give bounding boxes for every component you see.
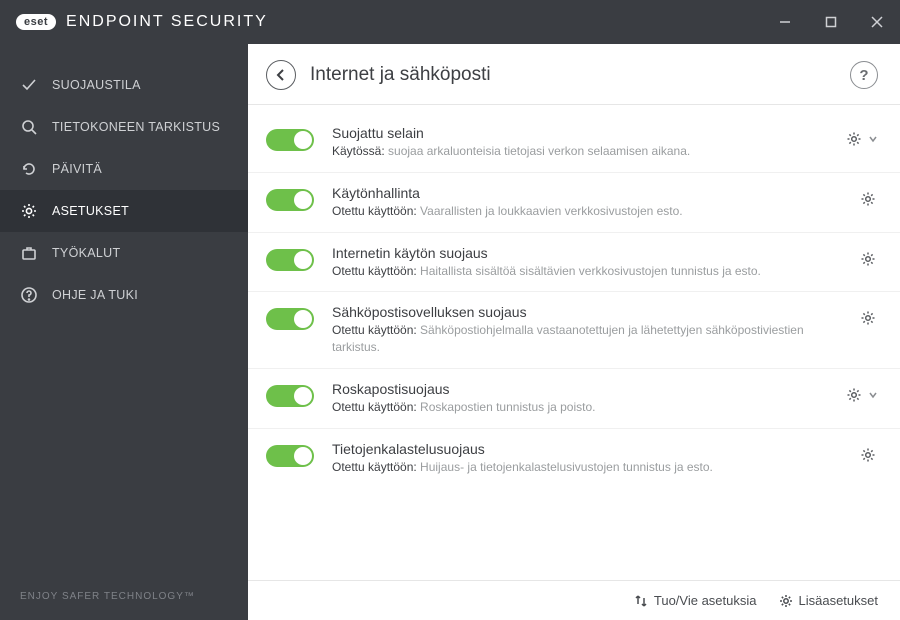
setting-gear-button[interactable]	[844, 385, 864, 405]
toggle-knob	[294, 251, 312, 269]
setting-gear-button[interactable]	[858, 249, 878, 269]
close-icon	[871, 16, 883, 28]
advanced-settings-label: Lisäasetukset	[799, 593, 879, 608]
brand-logo: eset	[16, 14, 56, 30]
setting-row: Tietojenkalastelusuojaus Otettu käyttöön:…	[248, 429, 900, 488]
sidebar-item-help[interactable]: OHJE JA TUKI	[0, 274, 248, 316]
setting-row: Roskapostisuojaus Otettu käyttöön: Roskap…	[248, 369, 900, 429]
sidebar-item-briefcase[interactable]: TYÖKALUT	[0, 232, 248, 274]
toggle-switch[interactable]	[266, 129, 314, 151]
sidebar-item-gear[interactable]: ASETUKSET	[0, 190, 248, 232]
toggle-switch[interactable]	[266, 189, 314, 211]
setting-subtitle: Otettu käyttöön: Huijaus- ja tietojenkal…	[332, 459, 846, 476]
sidebar-item-refresh[interactable]: PÄIVITÄ	[0, 148, 248, 190]
setting-gear-button[interactable]	[858, 445, 878, 465]
setting-subtitle: Otettu käyttöön: Vaarallisten ja loukkaa…	[332, 203, 846, 220]
sidebar-item-label: PÄIVITÄ	[52, 162, 102, 176]
tagline: ENJOY SAFER TECHNOLOGY™	[0, 573, 248, 620]
setting-row: Sähköpostisovelluksen suojaus Otettu käyt…	[248, 292, 900, 369]
import-export-button[interactable]: Tuo/Vie asetuksia	[634, 593, 757, 608]
toggle-knob	[294, 447, 312, 465]
sidebar-item-magnifier[interactable]: TIETOKONEEN TARKISTUS	[0, 106, 248, 148]
sidebar-item-label: TYÖKALUT	[52, 246, 120, 260]
advanced-settings-button[interactable]: Lisäasetukset	[779, 593, 879, 608]
minimize-icon	[779, 16, 791, 28]
sidebar-item-label: SUOJAUSTILA	[52, 78, 141, 92]
setting-text: Suojattu selain Käytössä: suojaa arkaluon…	[332, 125, 832, 160]
magnifier-icon	[20, 118, 38, 136]
setting-subtitle: Käytössä: suojaa arkaluonteisia tietojas…	[332, 143, 832, 160]
setting-text: Käytönhallinta Otettu käyttöön: Vaarallis…	[332, 185, 846, 220]
page-title: Internet ja sähköposti	[310, 64, 491, 86]
app-window: eset ENDPOINT SECURITY SUOJAUSTILA TIETOK…	[0, 0, 900, 620]
setting-actions	[858, 308, 878, 328]
gear-icon	[20, 202, 38, 220]
setting-actions	[844, 129, 878, 149]
gear-icon	[779, 594, 793, 608]
briefcase-icon	[20, 244, 38, 262]
setting-title: Suojattu selain	[332, 125, 832, 141]
setting-subtitle: Otettu käyttöön: Sähköpostiohjelmalla va…	[332, 322, 846, 356]
setting-text: Internetin käytön suojaus Otettu käyttöön…	[332, 245, 846, 280]
titlebar: eset ENDPOINT SECURITY	[0, 0, 900, 44]
help-icon: ?	[859, 67, 868, 84]
help-icon	[20, 286, 38, 304]
toggle-switch[interactable]	[266, 308, 314, 330]
toggle-knob	[294, 131, 312, 149]
settings-list: Suojattu selain Käytössä: suojaa arkaluon…	[248, 105, 900, 580]
main-panel: Internet ja sähköposti ? Suojattu selain…	[248, 44, 900, 620]
import-export-label: Tuo/Vie asetuksia	[654, 593, 757, 608]
setting-row: Suojattu selain Käytössä: suojaa arkaluon…	[248, 113, 900, 173]
close-button[interactable]	[854, 0, 900, 44]
setting-title: Roskapostisuojaus	[332, 381, 832, 397]
sidebar-item-label: TIETOKONEEN TARKISTUS	[52, 120, 220, 134]
footer: Tuo/Vie asetuksia Lisäasetukset	[248, 580, 900, 620]
sidebar-item-label: ASETUKSET	[52, 204, 129, 218]
setting-title: Tietojenkalastelusuojaus	[332, 441, 846, 457]
setting-title: Internetin käytön suojaus	[332, 245, 846, 261]
maximize-icon	[825, 16, 837, 28]
toggle-switch[interactable]	[266, 385, 314, 407]
nav: SUOJAUSTILA TIETOKONEEN TARKISTUS PÄIVITÄ A…	[0, 44, 248, 573]
setting-gear-button[interactable]	[858, 308, 878, 328]
body: SUOJAUSTILA TIETOKONEEN TARKISTUS PÄIVITÄ A…	[0, 44, 900, 620]
setting-title: Sähköpostisovelluksen suojaus	[332, 304, 846, 320]
setting-subtitle: Otettu käyttöön: Haitallista sisältöä si…	[332, 263, 846, 280]
setting-actions	[844, 385, 878, 405]
toggle-knob	[294, 191, 312, 209]
setting-gear-button[interactable]	[858, 189, 878, 209]
setting-text: Sähköpostisovelluksen suojaus Otettu käyt…	[332, 304, 846, 356]
toggle-knob	[294, 387, 312, 405]
arrow-left-icon	[274, 68, 288, 82]
back-button[interactable]	[266, 60, 296, 90]
sidebar-item-check[interactable]: SUOJAUSTILA	[0, 64, 248, 106]
check-icon	[20, 76, 38, 94]
setting-gear-button[interactable]	[844, 129, 864, 149]
minimize-button[interactable]	[762, 0, 808, 44]
window-controls	[762, 0, 900, 44]
toggle-switch[interactable]	[266, 445, 314, 467]
setting-text: Tietojenkalastelusuojaus Otettu käyttöön:…	[332, 441, 846, 476]
setting-title: Käytönhallinta	[332, 185, 846, 201]
refresh-icon	[20, 160, 38, 178]
sidebar: SUOJAUSTILA TIETOKONEEN TARKISTUS PÄIVITÄ A…	[0, 44, 248, 620]
chevron-down-icon[interactable]	[868, 390, 878, 400]
setting-actions	[858, 249, 878, 269]
setting-row: Internetin käytön suojaus Otettu käyttöön…	[248, 233, 900, 293]
setting-text: Roskapostisuojaus Otettu käyttöön: Roskap…	[332, 381, 832, 416]
setting-actions	[858, 189, 878, 209]
sidebar-item-label: OHJE JA TUKI	[52, 288, 138, 302]
chevron-down-icon[interactable]	[868, 134, 878, 144]
app-title: ENDPOINT SECURITY	[66, 13, 268, 31]
toggle-knob	[294, 310, 312, 328]
page-header: Internet ja sähköposti ?	[248, 44, 900, 105]
help-button[interactable]: ?	[850, 61, 878, 89]
toggle-switch[interactable]	[266, 249, 314, 271]
setting-row: Käytönhallinta Otettu käyttöön: Vaarallis…	[248, 173, 900, 233]
maximize-button[interactable]	[808, 0, 854, 44]
transfer-icon	[634, 594, 648, 608]
setting-actions	[858, 445, 878, 465]
setting-subtitle: Otettu käyttöön: Roskapostien tunnistus …	[332, 399, 832, 416]
